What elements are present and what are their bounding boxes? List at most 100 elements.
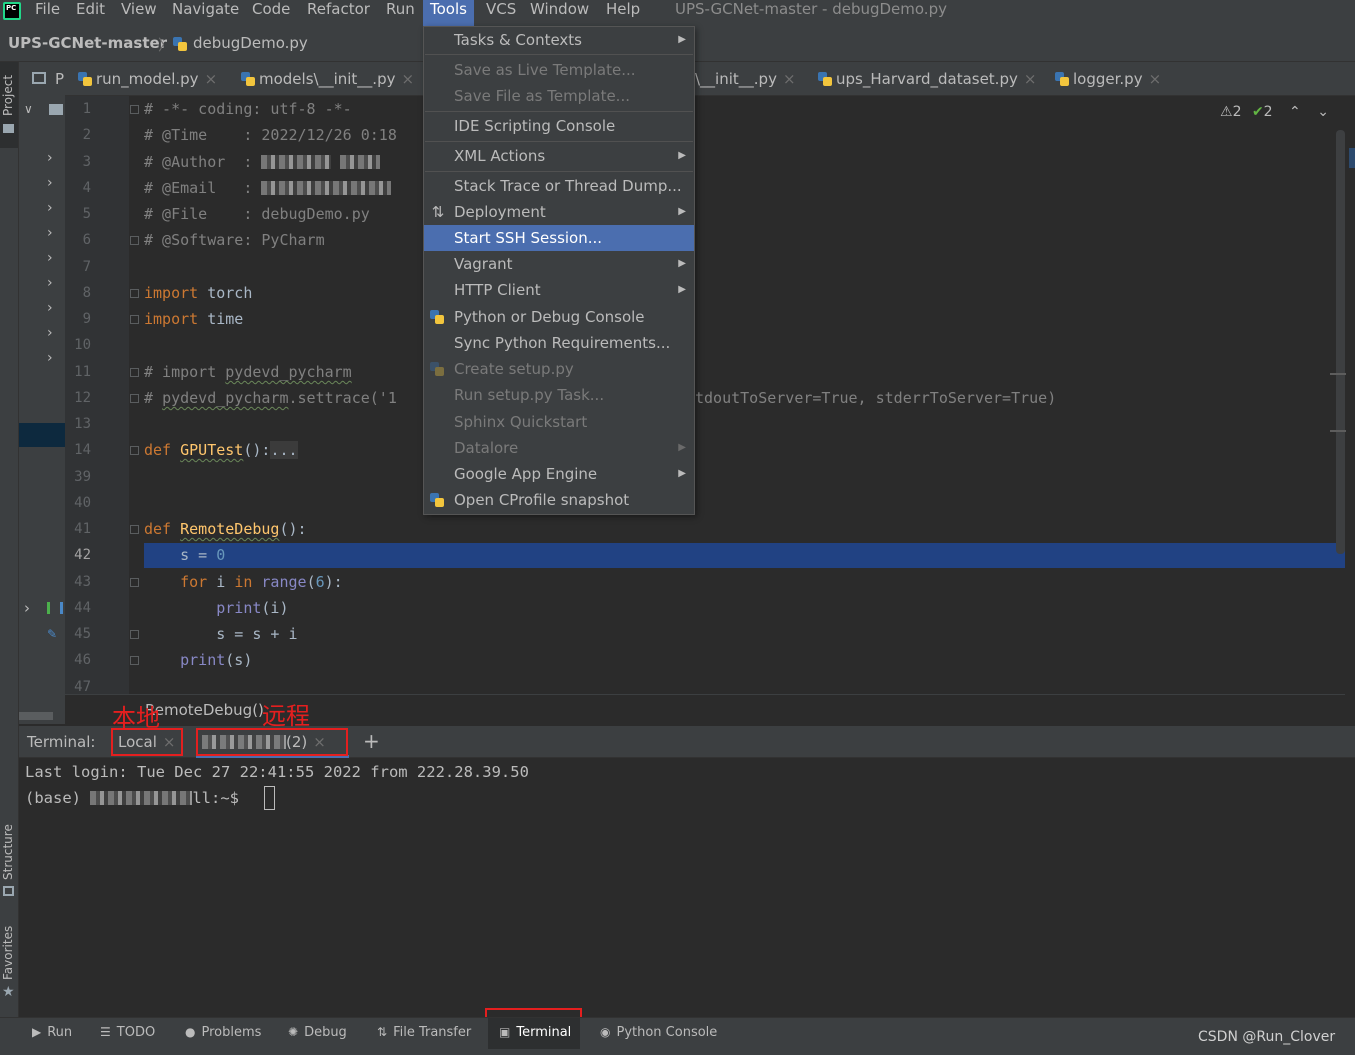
tab-ups-harvard-dataset[interactable]: ups_Harvard_dataset.py ×: [818, 70, 1036, 90]
menu-tools[interactable]: Tools: [423, 0, 474, 26]
menu-refactor[interactable]: Refactor: [307, 0, 370, 26]
error-stripe-mark[interactable]: [1330, 430, 1346, 432]
menu-item-http-client[interactable]: HTTP Client ▶: [424, 277, 694, 303]
fold-marker-icon[interactable]: [130, 236, 139, 245]
project-tool-button[interactable]: Project: [0, 62, 18, 148]
code-line-12-tail[interactable]: tdoutToServer=True, stderrToServer=True): [695, 389, 1056, 407]
code-line-6[interactable]: # @Software: PyCharm: [144, 231, 325, 249]
code-line-1[interactable]: # -*- coding: utf-8 -*-: [144, 100, 352, 118]
fold-marker-icon[interactable]: [130, 446, 139, 455]
code-line-41[interactable]: def RemoteDebug():: [144, 520, 307, 538]
menu-item-start-ssh-session[interactable]: Start SSH Session...: [424, 225, 694, 251]
tab-run-model[interactable]: run_model.py ×: [78, 70, 217, 90]
code-line-5[interactable]: # @File : debugDemo.py: [144, 205, 370, 223]
code-line-46[interactable]: print(s): [144, 651, 252, 669]
chevron-right-icon[interactable]: ›: [47, 350, 53, 366]
structure-tool-label[interactable]: Structure: [1, 824, 15, 880]
menu-item-save-live-template[interactable]: Save as Live Template...: [424, 57, 694, 83]
menu-run[interactable]: Run: [386, 0, 415, 26]
menu-item-ide-scripting-console[interactable]: IDE Scripting Console: [424, 113, 694, 139]
chevron-down-icon[interactable]: ∨: [24, 102, 33, 116]
menu-file[interactable]: File: [35, 0, 60, 26]
menu-navigate[interactable]: Navigate: [172, 0, 239, 26]
run-tool-button[interactable]: ▶ Run: [32, 1025, 72, 1040]
breadcrumb-project[interactable]: UPS-GCNet-master: [8, 34, 167, 52]
folded-code[interactable]: ...: [270, 441, 298, 459]
chevron-right-icon[interactable]: ›: [47, 200, 53, 216]
menu-item-open-cprofile-snapshot[interactable]: Open CProfile snapshot: [424, 487, 694, 513]
menu-help[interactable]: Help: [606, 0, 640, 26]
inspection-widget[interactable]: ⚠2 ✔2 ⌃ ⌄: [1220, 104, 1329, 120]
menu-item-datalore[interactable]: Datalore ▶: [424, 435, 694, 461]
code-line-8[interactable]: import torch: [144, 284, 252, 302]
chevron-down-icon[interactable]: ⌄: [1317, 104, 1329, 120]
tab-project-stub[interactable]: P: [55, 70, 64, 90]
terminal-tool-button[interactable]: ▣ Terminal: [499, 1025, 571, 1040]
debug-tool-button[interactable]: ✺ Debug: [288, 1025, 347, 1040]
menu-item-run-setup-py-task[interactable]: Run setup.py Task...: [424, 382, 694, 408]
chevron-right-icon[interactable]: ›: [47, 150, 53, 166]
python-console-tool-button[interactable]: ◉ Python Console: [600, 1025, 717, 1040]
error-stripe-mark[interactable]: [1330, 373, 1346, 375]
fold-marker-icon[interactable]: [130, 630, 139, 639]
fold-marker-icon[interactable]: [130, 394, 139, 403]
fold-marker-icon[interactable]: [130, 656, 139, 665]
code-breadcrumb-item[interactable]: RemoteDebug(): [145, 701, 264, 719]
close-icon[interactable]: ×: [401, 70, 414, 88]
selected-tree-row[interactable]: [19, 423, 65, 447]
fold-marker-icon[interactable]: [130, 368, 139, 377]
horizontal-scrollbar[interactable]: [19, 712, 53, 720]
chevron-right-icon[interactable]: ›: [47, 175, 53, 191]
menu-item-save-file-template[interactable]: Save File as Template...: [424, 83, 694, 109]
code-line-14[interactable]: def GPUTest():...: [144, 441, 298, 459]
code-line-42[interactable]: s = 0: [144, 546, 225, 564]
close-icon[interactable]: ×: [205, 70, 218, 88]
code-line-9[interactable]: import time: [144, 310, 243, 328]
chevron-right-icon[interactable]: ›: [47, 250, 53, 266]
tab-init[interactable]: \__init__.py ×: [695, 70, 796, 90]
fold-marker-icon[interactable]: [130, 105, 139, 114]
close-icon[interactable]: ×: [783, 70, 796, 88]
chevron-right-icon[interactable]: ›: [47, 275, 53, 291]
tab-logger[interactable]: logger.py ×: [1055, 70, 1161, 90]
vertical-scrollbar[interactable]: [1336, 130, 1345, 554]
menu-code[interactable]: Code: [252, 0, 290, 26]
code-line-4[interactable]: # @Email :: [144, 179, 392, 197]
menu-vcs[interactable]: VCS: [486, 0, 516, 26]
close-icon[interactable]: ×: [1024, 70, 1037, 88]
menu-view[interactable]: View: [121, 0, 157, 26]
project-view-icon[interactable]: [32, 72, 46, 84]
code-line-11[interactable]: # import pydevd_pycharm: [144, 363, 352, 381]
menu-item-create-setup-py[interactable]: Create setup.py: [424, 356, 694, 382]
fold-marker-icon[interactable]: [130, 578, 139, 587]
close-icon[interactable]: ×: [1149, 70, 1162, 88]
menu-item-deployment[interactable]: ⇅ Deployment ▶: [424, 199, 694, 225]
menu-item-sphinx-quickstart[interactable]: Sphinx Quickstart: [424, 409, 694, 435]
fold-marker-icon[interactable]: [130, 315, 139, 324]
menu-item-tasks-contexts[interactable]: Tasks & Contexts ▶: [424, 27, 694, 53]
code-line-12[interactable]: # pydevd_pycharm.settrace('1: [144, 389, 397, 407]
todo-tool-button[interactable]: ☰ TODO: [100, 1025, 155, 1040]
code-line-3[interactable]: # @Author :: [144, 153, 381, 171]
file-transfer-tool-button[interactable]: ⇅ File Transfer: [377, 1025, 471, 1040]
menu-edit[interactable]: Edit: [76, 0, 105, 26]
breadcrumb-file[interactable]: debugDemo.py: [193, 34, 308, 52]
favorites-tool-label[interactable]: Favorites: [1, 926, 15, 980]
code-line-45[interactable]: s = s + i: [144, 625, 297, 643]
chevron-right-icon[interactable]: ›: [24, 599, 30, 617]
menu-item-stack-trace[interactable]: Stack Trace or Thread Dump...: [424, 173, 694, 199]
fold-marker-icon[interactable]: [130, 525, 139, 534]
menu-item-sync-python-requirements[interactable]: Sync Python Requirements...: [424, 330, 694, 356]
menu-item-vagrant[interactable]: Vagrant ▶: [424, 251, 694, 277]
menu-item-python-debug-console[interactable]: Python or Debug Console: [424, 304, 694, 330]
code-line-43[interactable]: for i in range(6):: [144, 573, 343, 591]
menu-window[interactable]: Window: [530, 0, 589, 26]
chevron-right-icon[interactable]: ›: [47, 325, 53, 341]
chevron-right-icon[interactable]: ›: [47, 300, 53, 316]
code-line-44[interactable]: print(i): [144, 599, 288, 617]
chevron-up-icon[interactable]: ⌃: [1289, 104, 1301, 120]
menu-item-xml-actions[interactable]: XML Actions ▶: [424, 143, 694, 169]
chevron-right-icon[interactable]: ›: [47, 225, 53, 241]
error-stripe-mark[interactable]: [1349, 148, 1355, 168]
fold-marker-icon[interactable]: [130, 289, 139, 298]
